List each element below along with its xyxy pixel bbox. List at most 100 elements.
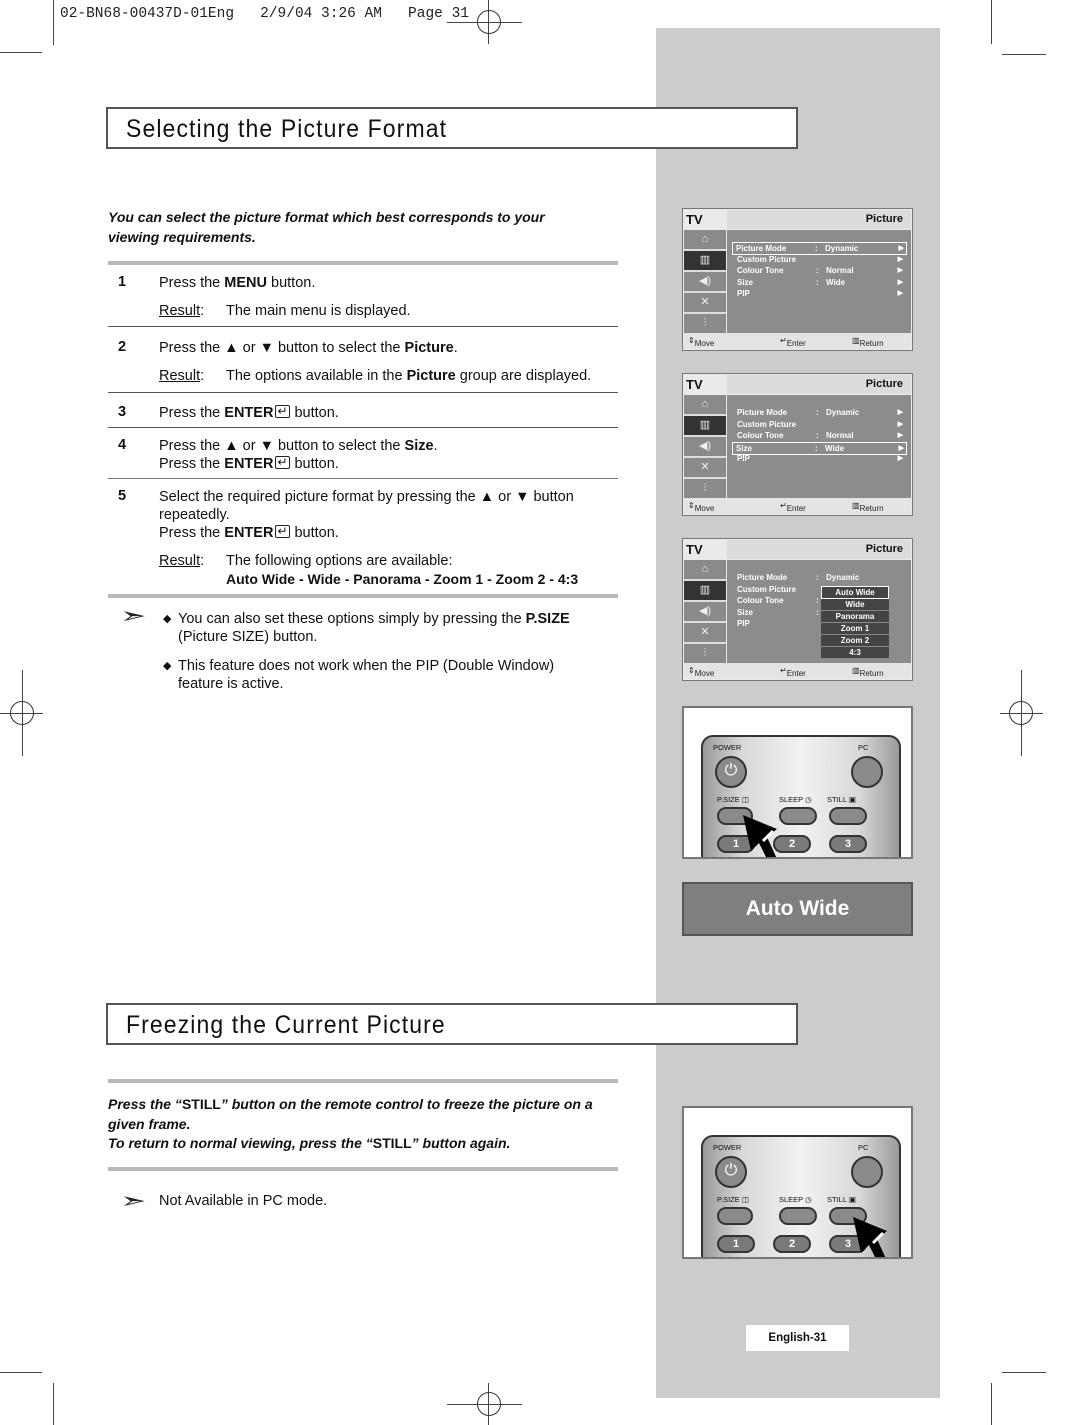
note-text: This feature does not work when the PIP … [178, 658, 555, 692]
channel-icon[interactable]: ✕ [684, 623, 726, 644]
osd-tv-label: TV [686, 542, 703, 557]
arrow-right-icon: ▶ [897, 255, 903, 263]
osd-row-value: Normal [826, 266, 854, 275]
crop-mark [0, 52, 42, 53]
pointer-arrow-icon [743, 815, 777, 857]
osd-footer-move: ⇕ Move [688, 666, 715, 678]
size-option[interactable]: Panorama [821, 611, 889, 623]
picture-icon[interactable]: ▥ [684, 251, 726, 272]
input-icon[interactable]: ⌂ [684, 395, 726, 416]
crop-mark [53, 0, 54, 45]
arrow-right-icon: ▶ [898, 444, 904, 452]
osd-sidebar: ⌂ ▥ ◀) ✕ ⫶ [684, 560, 726, 665]
arrow-right-icon: ▶ [897, 290, 903, 297]
psize-button[interactable] [717, 1207, 753, 1225]
osd-row-label: Custom Picture [737, 254, 797, 264]
osd-row-label: Size [736, 443, 753, 453]
power-button[interactable]: ⏻ [715, 1156, 747, 1188]
osd-menu-row[interactable]: Colour Tone: Normal ▶ [734, 430, 905, 441]
osd-footer-enter: ↵ Enter [780, 501, 806, 513]
enter-icon [275, 402, 291, 420]
remote-illustration-still: POWER PC ⏻ P.SIZE ◫ SLEEP ◷ STILL ▣ 1 2 3 [682, 1106, 913, 1259]
pc-button[interactable] [851, 756, 883, 788]
step-result-text: The following options are available: [226, 553, 453, 569]
number-button[interactable]: 1 [717, 1235, 755, 1253]
osd-row-value: Dynamic [825, 244, 859, 253]
osd-menu-row[interactable]: Size: Wide ▶ [734, 277, 905, 288]
arrow-right-icon: ▶ [897, 278, 903, 286]
arrow-right-icon: ▶ [898, 245, 904, 252]
still-button[interactable] [829, 807, 867, 825]
input-icon[interactable]: ⌂ [684, 230, 726, 251]
osd-footer: ⇕ Move ↵ Enter ▥ Return [684, 663, 911, 679]
registration-mark [477, 1392, 501, 1416]
size-option[interactable]: Zoom 2 [821, 635, 889, 647]
crop-mark [1002, 54, 1046, 55]
size-option[interactable]: Zoom 1 [821, 623, 889, 635]
osd-menu-row[interactable]: Custom Picture ▶ [734, 254, 905, 265]
number-button[interactable]: 3 [829, 835, 867, 853]
osd-footer-enter: ↵ Enter [780, 666, 806, 678]
setup-icon[interactable]: ⫶ [684, 644, 726, 665]
sound-icon[interactable]: ◀) [684, 602, 726, 623]
osd-row-label: Custom Picture [737, 419, 797, 429]
osd-row-value: Dynamic [826, 408, 860, 417]
sound-icon[interactable]: ◀) [684, 437, 726, 458]
osd-row-label: Size [737, 607, 754, 617]
arrow-right-icon: ▶ [897, 420, 903, 428]
size-option[interactable]: Auto Wide [821, 586, 889, 599]
size-option[interactable]: Wide [821, 599, 889, 611]
power-button[interactable]: ⏻ [715, 756, 747, 788]
section-intro: You can select the picture format which … [108, 209, 545, 245]
osd-row-label: Colour Tone [737, 596, 784, 605]
enter-icon [275, 522, 291, 540]
osd-menu-row[interactable]: Custom Picture ▶ [734, 419, 905, 430]
section-title-freeze: Freezing the Current Picture [106, 1003, 798, 1045]
channel-icon[interactable]: ✕ [684, 293, 726, 314]
input-icon[interactable]: ⌂ [684, 560, 726, 581]
channel-icon[interactable]: ✕ [684, 458, 726, 479]
osd-menu-row[interactable]: Picture Mode: Dynamic ▶ [734, 407, 905, 418]
registration-mark [477, 10, 501, 34]
divider [108, 326, 618, 327]
divider [108, 1167, 618, 1171]
step-number: 1 [118, 274, 127, 290]
osd-row-label: Picture Mode [737, 408, 788, 417]
osd-header-title: Picture [865, 378, 903, 390]
number-button[interactable]: 2 [773, 1235, 811, 1253]
registration-mark [1009, 701, 1033, 725]
osd-menu-row[interactable]: PIP ▶ [734, 288, 905, 299]
osd-menu-row[interactable]: Picture Mode: Dynamic [734, 572, 905, 583]
osd-footer-return: ▥ Return [852, 666, 884, 678]
step-text: Press the ENTER button. [159, 522, 339, 542]
step-text: Press the ENTER button. [159, 402, 339, 422]
osd-row-label: Custom Picture [737, 584, 797, 594]
remote-illustration-psize: POWER PC ⏻ P.SIZE ◫ SLEEP ◷ STILL ▣ 1 2 3 [682, 706, 913, 859]
picture-icon[interactable]: ▥ [684, 581, 726, 602]
sleep-button[interactable] [779, 1207, 817, 1225]
osd-menu-row[interactable]: Colour Tone: Normal ▶ [734, 265, 905, 276]
osd-body: Picture Mode: Dynamic ▶ Custom Picture ▶ Colo… [727, 395, 911, 499]
setup-icon[interactable]: ⫶ [684, 479, 726, 500]
tv-osd-screen: TV Picture ⌂ ▥ ◀) ✕ ⫶ Picture Mode: Dynamic ▶ Cust… [682, 373, 913, 516]
osd-row-value: Normal [826, 431, 854, 440]
osd-menu-row[interactable]: PIP ▶ [734, 453, 905, 464]
arrow-right-icon: ▶ [897, 409, 903, 416]
osd-tv-label: TV [686, 377, 703, 392]
remote-control: POWER PC ⏻ P.SIZE ◫ SLEEP ◷ STILL ▣ 1 2 3 [701, 1135, 901, 1257]
osd-row-label: PIP [737, 619, 750, 628]
arrow-right-icon: ▶ [897, 267, 903, 274]
size-option[interactable]: 4:3 [821, 647, 889, 659]
arrow-right-icon: ▶ [897, 432, 903, 439]
sound-icon[interactable]: ◀) [684, 272, 726, 293]
setup-icon[interactable]: ⫶ [684, 314, 726, 335]
step-number: 4 [118, 437, 127, 453]
crop-mark [53, 1383, 54, 1425]
note-arrow-icon: ➣ [120, 603, 147, 628]
picture-icon[interactable]: ▥ [684, 416, 726, 437]
divider [108, 1079, 618, 1083]
size-dropdown[interactable]: Auto Wide Wide Panorama Zoom 1 Zoom 2 4:3 [821, 586, 889, 659]
note-text: Not Available in PC mode. [159, 1193, 328, 1209]
pc-button[interactable] [851, 1156, 883, 1188]
osd-footer: ⇕ Move ↵ Enter ▥ Return [684, 498, 911, 514]
